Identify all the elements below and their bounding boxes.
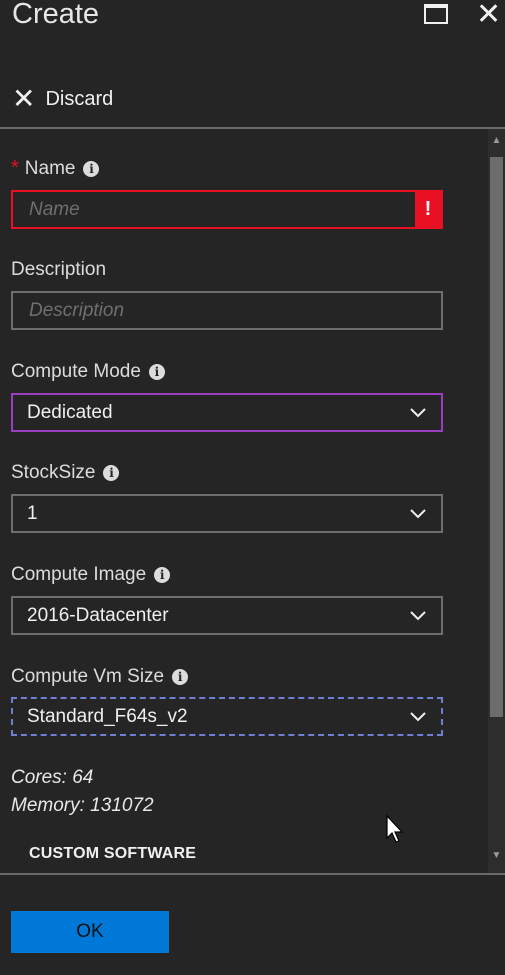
compute-mode-dropdown[interactable]: Dedicated	[11, 393, 443, 432]
footer-divider	[0, 873, 505, 875]
error-icon: !	[415, 192, 441, 227]
compute-vm-size-value: Standard_F64s_v2	[27, 705, 188, 727]
compute-image-label: Compute Image	[11, 564, 147, 585]
compute-image-value: 2016-Datacenter	[27, 604, 169, 626]
compute-vm-size-dropdown[interactable]: Standard_F64s_v2	[11, 697, 443, 736]
info-icon[interactable]: i	[148, 364, 165, 380]
mouse-cursor-icon	[386, 814, 404, 843]
compute-mode-label: Compute Mode	[11, 361, 141, 382]
chevron-down-icon	[410, 611, 426, 621]
cores-info: Cores: 64	[11, 767, 94, 788]
info-icon[interactable]: i	[103, 465, 120, 481]
name-field[interactable]: !	[11, 190, 443, 229]
name-input[interactable]	[27, 197, 441, 222]
compute-mode-value: Dedicated	[27, 401, 113, 423]
description-input[interactable]	[27, 298, 441, 323]
info-icon[interactable]: i	[172, 669, 189, 685]
info-icon[interactable]: i	[83, 160, 100, 177]
discard-label: Discard	[45, 87, 114, 110]
discard-button[interactable]: ✕ Discard	[12, 84, 113, 114]
maximize-icon[interactable]	[424, 4, 448, 24]
scroll-down-arrow-icon[interactable]: ▼	[488, 850, 505, 861]
compute-mode-label-row: Compute Mode i	[11, 361, 165, 383]
chevron-down-icon	[410, 509, 426, 519]
header-divider	[0, 127, 505, 129]
description-label: Description	[11, 259, 107, 280]
compute-image-dropdown[interactable]: 2016-Datacenter	[11, 596, 443, 635]
compute-vm-size-label-row: Compute Vm Size i	[11, 666, 189, 688]
discard-x-icon: ✕	[12, 83, 36, 114]
close-icon[interactable]: ✕	[476, 0, 501, 30]
chevron-down-icon	[410, 408, 426, 418]
stock-size-value: 1	[27, 502, 38, 524]
compute-image-label-row: Compute Image i	[11, 564, 171, 586]
name-label: Name	[24, 157, 76, 179]
scroll-up-arrow-icon[interactable]: ▲	[488, 135, 505, 146]
stock-size-label: StockSize	[11, 462, 96, 483]
name-label-row: * Name i	[11, 157, 100, 180]
info-icon[interactable]: i	[154, 567, 171, 583]
memory-info: Memory: 131072	[11, 795, 154, 816]
stock-size-label-row: StockSize i	[11, 462, 120, 484]
custom-software-heading[interactable]: CUSTOM SOFTWARE	[29, 845, 196, 863]
description-label-row: Description	[11, 259, 106, 281]
ok-button[interactable]: OK	[11, 911, 169, 953]
compute-vm-size-label: Compute Vm Size	[11, 666, 165, 687]
chevron-down-icon	[410, 712, 426, 722]
required-marker: *	[11, 157, 19, 179]
description-field[interactable]	[11, 291, 443, 330]
stock-size-dropdown[interactable]: 1	[11, 494, 443, 533]
blade-title: Create	[12, 0, 100, 30]
scrollbar-thumb[interactable]	[490, 157, 503, 717]
